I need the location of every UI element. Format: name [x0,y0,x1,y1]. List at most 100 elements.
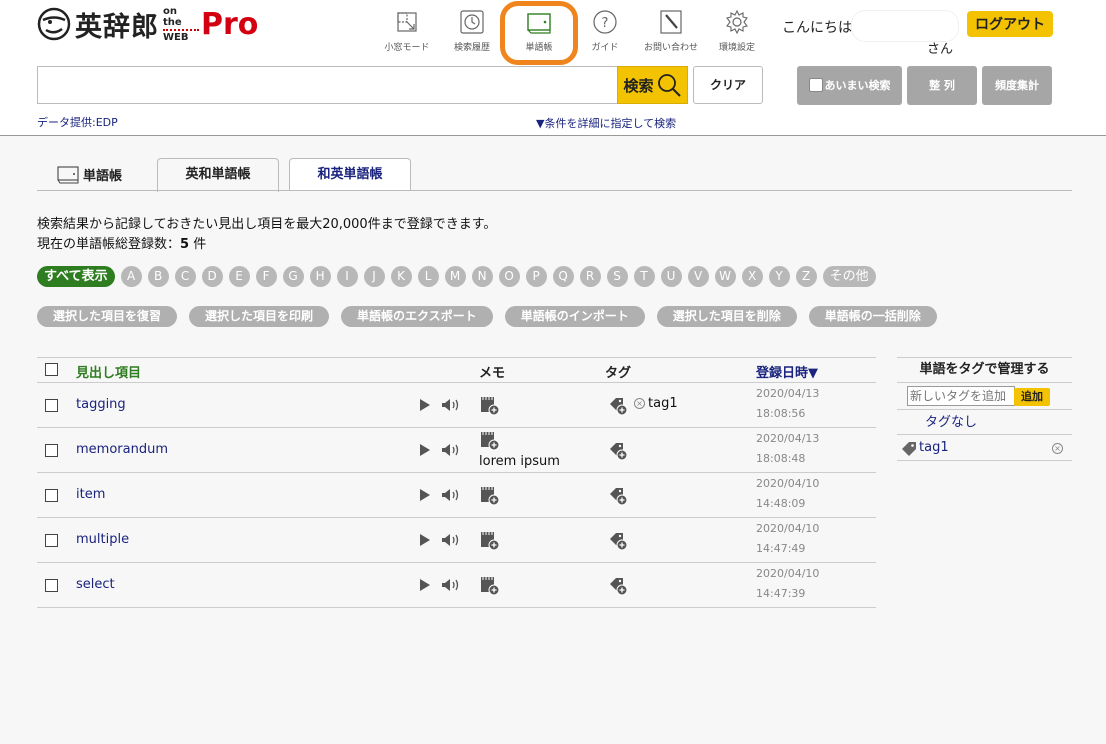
nav-contact[interactable]: お問い合わせ [641,9,701,57]
nav-history[interactable]: 検索履歴 [442,9,502,57]
logout-button[interactable]: ログアウト [967,11,1053,37]
filter-letter-h[interactable]: H [309,265,331,287]
tag-add-row: 追加 [897,383,1072,410]
headword-link[interactable]: tagging [76,397,126,412]
filter-letter-g[interactable]: G [282,265,304,287]
row-checkbox[interactable] [45,579,58,592]
speaker-icon[interactable] [441,443,461,457]
memo-icon[interactable] [480,576,500,596]
nav-settings[interactable]: 環境設定 [707,9,767,57]
filter-letter-p[interactable]: P [525,265,547,287]
filter-letter-c[interactable]: C [174,265,196,287]
delete-tag-icon[interactable]: × [1052,443,1063,454]
fuzzy-search-toggle[interactable]: あいまい検索 [797,66,902,105]
delete-all-button[interactable]: 単語帳の一括削除 [808,306,937,327]
filter-all[interactable]: すべて表示 [37,265,115,287]
memo-icon[interactable] [480,431,500,451]
filter-letter-j[interactable]: J [363,265,385,287]
tab-ja-en[interactable]: 和英単語帳 [289,158,411,191]
play-icon[interactable] [420,534,430,546]
memo-icon[interactable] [480,531,500,551]
play-icon[interactable] [420,579,430,591]
logo[interactable]: 英辞郎 on the WEB Pro [37,6,258,43]
speaker-icon[interactable] [441,578,461,592]
table-row: multiple 2020/04/10 14:47:49 [37,518,876,563]
print-selected-button[interactable]: 選択した項目を印刷 [189,306,330,327]
filter-letter-d[interactable]: D [201,265,223,287]
filter-letter-y[interactable]: Y [768,265,790,287]
headword-link[interactable]: select [76,577,115,592]
tag-add-icon[interactable] [608,396,628,416]
tag-name[interactable]: tag1 [919,440,949,455]
entry-count: 5 [180,237,190,252]
filter-letter-v[interactable]: V [687,265,709,287]
nav-guide[interactable]: ? ガイド [575,9,635,57]
tag-add-icon[interactable] [608,531,628,551]
export-button[interactable]: 単語帳のエクスポート [341,306,493,327]
review-selected-button[interactable]: 選択した項目を復習 [37,306,178,327]
tab-en-ja[interactable]: 英和単語帳 [157,158,279,192]
filter-letter-e[interactable]: E [228,265,250,287]
memo-icon[interactable] [480,396,500,416]
filter-other[interactable]: その他 [822,265,876,287]
new-tag-input[interactable] [907,386,1015,406]
add-tag-button[interactable]: 追加 [1014,388,1050,406]
remove-tag-icon[interactable]: × [634,398,645,409]
search-button[interactable]: 検索 [617,66,688,104]
play-icon[interactable] [420,444,430,456]
speaker-icon[interactable] [441,533,461,547]
filter-letter-t[interactable]: T [633,265,655,287]
tag-add-icon[interactable] [608,576,628,596]
fuzzy-checkbox[interactable] [808,78,823,92]
filter-letter-a[interactable]: A [120,265,142,287]
tag-add-icon[interactable] [608,486,628,506]
memo-icon[interactable] [480,486,500,506]
no-tag-filter[interactable]: タグなし [897,410,1072,435]
filter-letter-b[interactable]: B [147,265,169,287]
headword-link[interactable]: item [76,487,105,502]
filter-letter-w[interactable]: W [714,265,736,287]
filter-letter-q[interactable]: Q [552,265,574,287]
filter-letter-z[interactable]: Z [795,265,817,287]
svg-text:?: ? [602,16,609,31]
filter-letter-m[interactable]: M [444,265,466,287]
select-all-checkbox[interactable] [45,363,58,376]
headword-link[interactable]: memorandum [76,442,168,457]
speaker-icon[interactable] [441,488,461,502]
row-checkbox[interactable] [45,489,58,502]
nav-label: 検索履歴 [453,43,490,53]
filter-letter-r[interactable]: R [579,265,601,287]
speaker-icon[interactable] [441,398,461,412]
section-label: 単語帳 [83,169,123,184]
clear-button[interactable]: クリア [693,66,763,104]
memo-text: lorem ipsum [479,454,560,469]
tag-add-icon[interactable] [608,441,628,461]
header-word[interactable]: 見出し項目 [76,362,141,381]
filter-letter-u[interactable]: U [660,265,682,287]
filter-letter-f[interactable]: F [255,265,277,287]
filter-letter-o[interactable]: O [498,265,520,287]
delete-selected-button[interactable]: 選択した項目を削除 [656,306,797,327]
sort-button[interactable]: 整 列 [907,66,977,105]
nav-small-window[interactable]: 小窓モード [377,9,437,57]
filter-letter-i[interactable]: I [336,265,358,287]
advanced-search-link[interactable]: ▼条件を詳細に指定して検索 [536,115,676,131]
filter-letter-k[interactable]: K [390,265,412,287]
play-icon[interactable] [420,489,430,501]
headword-link[interactable]: multiple [76,532,129,547]
filter-letter-l[interactable]: L [417,265,439,287]
nav-label: ガイド [591,43,619,53]
row-checkbox[interactable] [45,534,58,547]
filter-letter-n[interactable]: N [471,265,493,287]
row-checkbox[interactable] [45,444,58,457]
filter-letter-x[interactable]: X [741,265,763,287]
row-checkbox[interactable] [45,399,58,412]
play-icon[interactable] [420,399,430,411]
filter-letter-s[interactable]: S [606,265,628,287]
search-button-label: 検索 [623,76,654,95]
tag-list-item[interactable]: tag1 × [897,435,1072,461]
import-button[interactable]: 単語帳のインポート [504,306,645,327]
search-input[interactable] [37,66,618,104]
header-date[interactable]: 登録日時▼ [756,362,818,381]
frequency-button[interactable]: 頻度集計 [982,66,1052,105]
